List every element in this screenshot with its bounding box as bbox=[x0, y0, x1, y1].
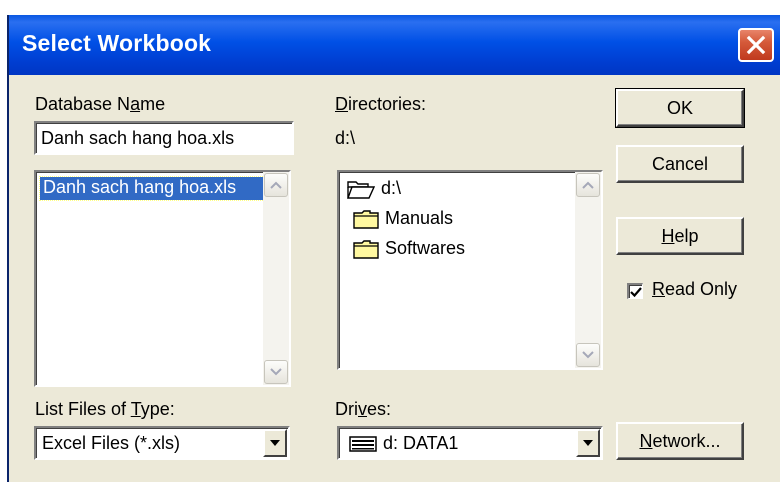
checkmark-icon bbox=[629, 286, 642, 297]
scroll-down-button[interactable] bbox=[264, 360, 288, 384]
directory-list-scrollbar[interactable] bbox=[575, 172, 601, 368]
close-icon bbox=[746, 35, 766, 55]
database-list-scrollbar[interactable] bbox=[263, 172, 289, 385]
database-name-label: Database Name bbox=[35, 94, 166, 114]
drives-label: Drives: bbox=[335, 399, 392, 419]
help-button[interactable]: Help bbox=[616, 217, 744, 255]
open-folder-icon bbox=[347, 180, 375, 199]
read-only-label[interactable]: Read Only bbox=[652, 279, 737, 300]
directory-item-softwares[interactable]: Softwares bbox=[353, 238, 465, 259]
cancel-button[interactable]: Cancel bbox=[616, 145, 744, 183]
chevron-up-icon bbox=[582, 181, 594, 189]
scroll-up-button[interactable] bbox=[576, 173, 600, 197]
list-item[interactable]: Danh sach hang hoa.xls bbox=[39, 176, 265, 201]
ok-button[interactable]: OK bbox=[615, 88, 745, 128]
scroll-down-button[interactable] bbox=[576, 343, 600, 367]
drives-select[interactable]: d: DATA1 bbox=[337, 426, 603, 460]
file-type-dropdown-button[interactable] bbox=[263, 429, 287, 457]
dialog-title: Select Workbook bbox=[22, 30, 212, 56]
close-button[interactable] bbox=[738, 28, 774, 62]
folder-icon bbox=[353, 209, 379, 229]
database-name-input[interactable]: Danh sach hang hoa.xls bbox=[34, 121, 294, 155]
database-name-value: Danh sach hang hoa.xls bbox=[41, 128, 235, 148]
scroll-up-button[interactable] bbox=[264, 173, 288, 197]
chevron-up-icon bbox=[270, 181, 282, 189]
directory-item-root[interactable]: d:\ bbox=[347, 178, 401, 199]
file-type-select[interactable]: Excel Files (*.xls) bbox=[34, 426, 290, 460]
dropdown-arrow-icon bbox=[270, 440, 280, 446]
drives-dropdown-button[interactable] bbox=[576, 429, 600, 457]
dropdown-arrow-icon bbox=[583, 440, 593, 446]
title-bar[interactable]: Select Workbook bbox=[9, 15, 780, 75]
directory-list[interactable]: d:\ Manuals Softwares bbox=[337, 170, 603, 370]
chevron-down-icon bbox=[582, 351, 594, 359]
directories-label: Directories: bbox=[335, 94, 427, 114]
directory-item-manuals[interactable]: Manuals bbox=[353, 208, 453, 229]
read-only-checkbox[interactable] bbox=[627, 283, 643, 299]
network-button[interactable]: Network... bbox=[616, 422, 744, 460]
drives-value: d: DATA1 bbox=[383, 433, 459, 453]
select-workbook-dialog: Select Workbook Database Name Danh sach … bbox=[7, 15, 780, 482]
file-type-value: Excel Files (*.xls) bbox=[42, 433, 181, 453]
file-type-label: List Files of Type: bbox=[35, 399, 175, 419]
folder-icon bbox=[353, 239, 379, 259]
database-file-list[interactable]: Danh sach hang hoa.xls bbox=[34, 170, 291, 387]
current-directory-path: d:\ bbox=[335, 128, 356, 148]
drive-icon bbox=[349, 436, 377, 452]
chevron-down-icon bbox=[270, 368, 282, 376]
